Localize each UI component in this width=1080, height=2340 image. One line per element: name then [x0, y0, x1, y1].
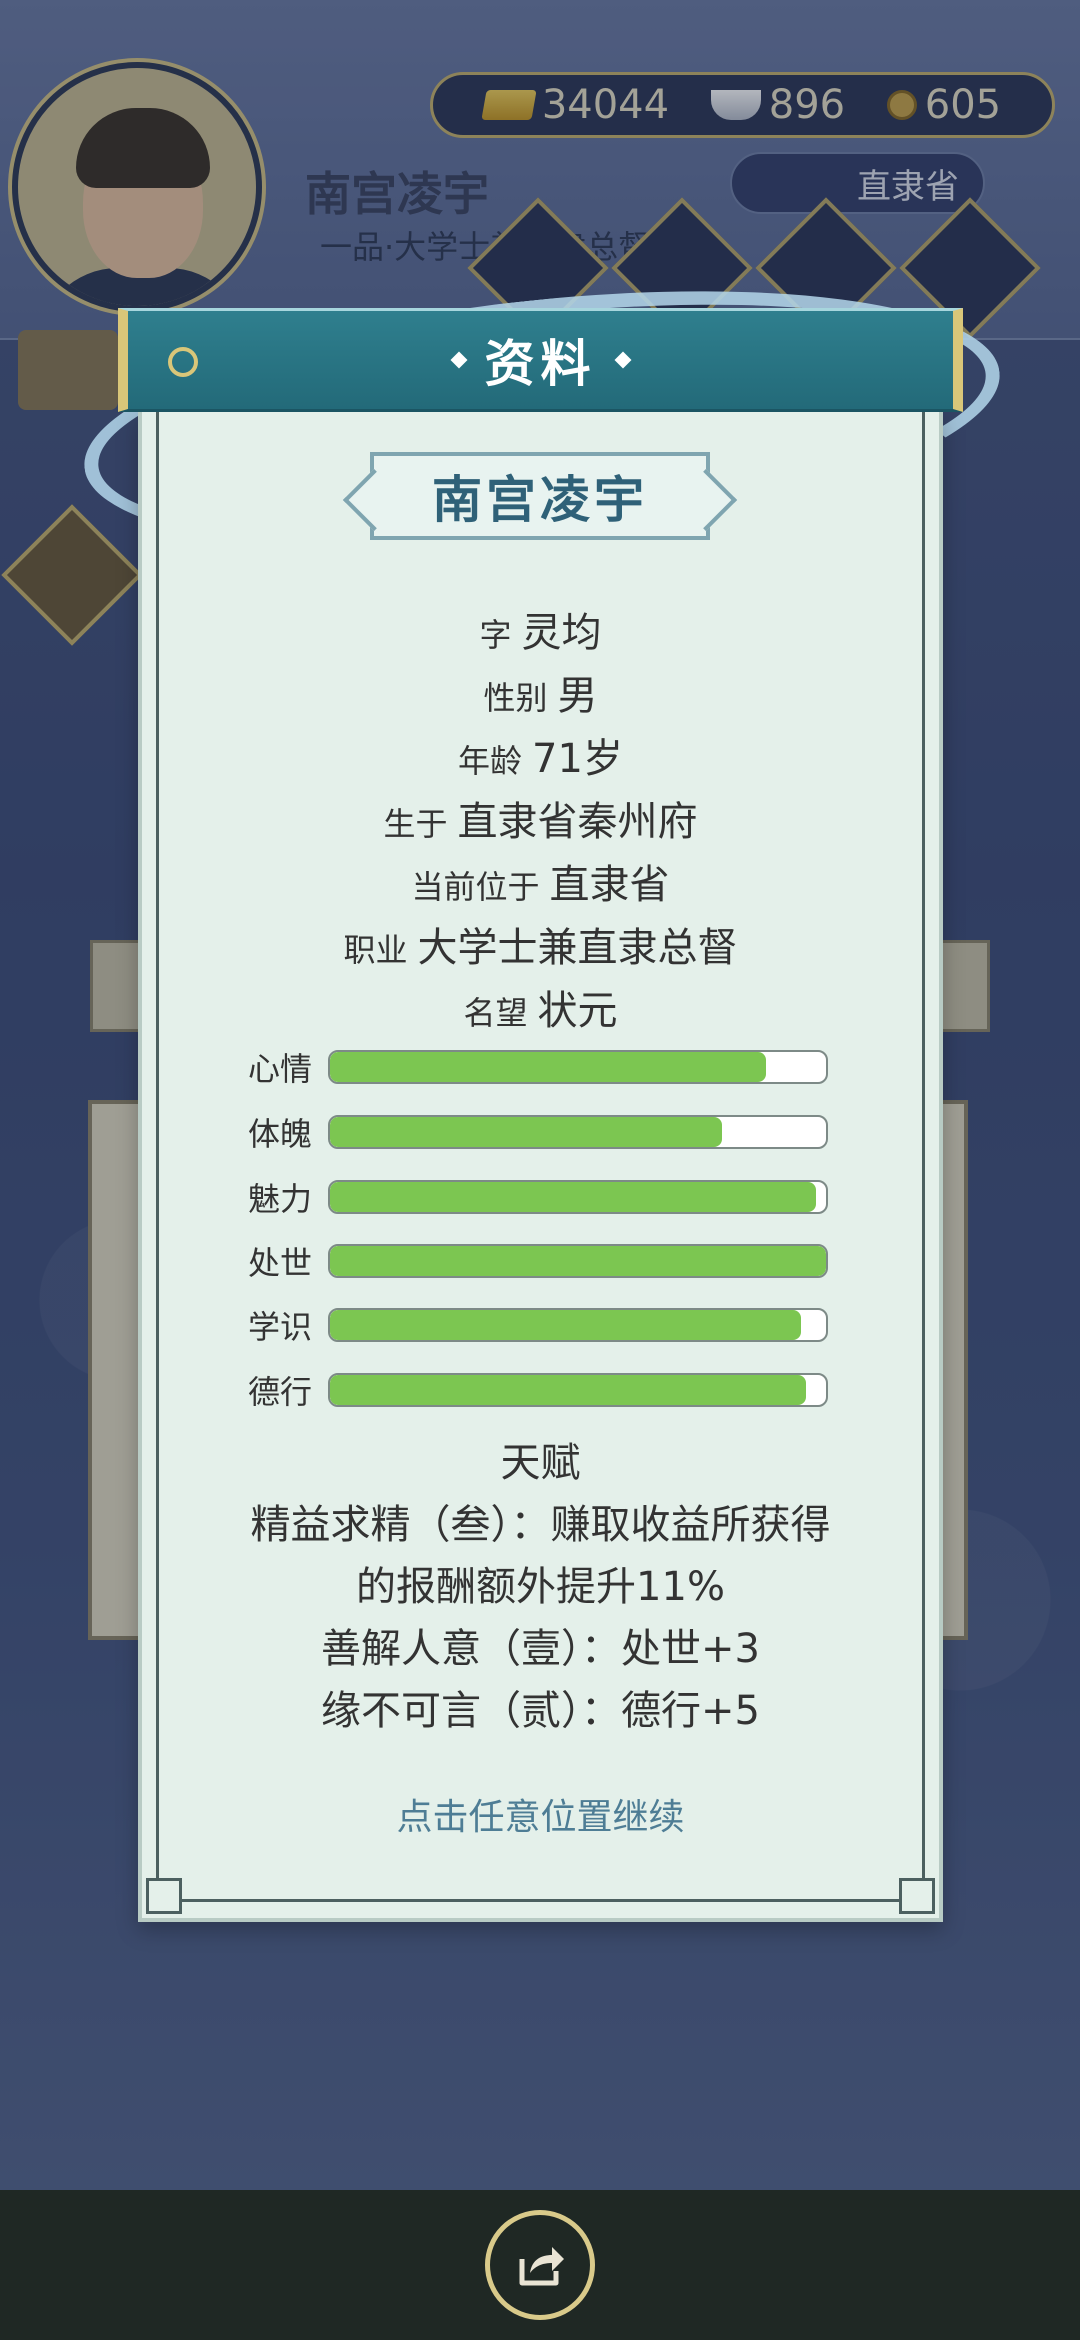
corner-ornament	[146, 1878, 182, 1914]
stat-row-worldliness: 处世	[248, 1242, 828, 1282]
stat-fill	[330, 1375, 807, 1405]
info-row-age: 年龄 71岁	[458, 736, 623, 782]
talent-text: 的报酬额外提升11%	[356, 1564, 725, 1610]
talent-text: 精益求精（叁）：赚取收益所获得	[250, 1502, 831, 1548]
stat-fill	[330, 1310, 802, 1340]
ring-ornament-icon	[168, 347, 198, 377]
continue-hint: 点击任意位置继续	[396, 1797, 685, 1838]
diamond-dot-icon	[450, 351, 467, 369]
dialog-title: 资料	[484, 335, 597, 393]
stat-fill	[330, 1052, 767, 1082]
info-row-occupation: 职业 大学士兼直隶总督	[343, 925, 738, 971]
talent-heading: 天赋	[500, 1440, 581, 1486]
info-row-courtesy: 字灵均	[479, 610, 602, 656]
talent-text: 缘不可言（贰）：德行+5	[321, 1688, 760, 1734]
character-name: 南宫凌宇	[432, 471, 648, 529]
stat-row-virtue: 德行	[248, 1371, 828, 1411]
stat-row-physique: 体魄	[248, 1113, 828, 1153]
talent-text: 善解人意（壹）：处世+3	[321, 1626, 760, 1672]
info-row-gender: 性别男	[483, 673, 598, 719]
stat-fill	[330, 1117, 722, 1147]
info-row-birthplace: 生于 直隶省秦州府	[383, 799, 698, 845]
diamond-dot-icon	[614, 351, 631, 369]
character-name-plate: 南宫凌宇	[370, 452, 710, 540]
stat-row-charm: 魅力	[248, 1178, 828, 1218]
stat-row-knowledge: 学识	[248, 1306, 828, 1346]
share-icon	[519, 2247, 564, 2286]
info-row-reputation: 名望 状元	[463, 988, 618, 1034]
stat-fill	[330, 1182, 817, 1212]
info-row-location: 当前位于 直隶省	[411, 862, 670, 908]
share-button[interactable]	[485, 2210, 595, 2320]
stat-row-mood: 心情	[248, 1048, 828, 1088]
stat-bar	[328, 1244, 828, 1278]
stat-fill	[330, 1246, 826, 1276]
stat-bar	[328, 1050, 828, 1084]
stat-bar	[328, 1115, 828, 1149]
dialog-header: 资料	[118, 308, 963, 412]
stat-bar	[328, 1308, 828, 1342]
stat-bar	[328, 1373, 828, 1407]
corner-ornament	[899, 1878, 935, 1914]
stat-bar	[328, 1180, 828, 1214]
